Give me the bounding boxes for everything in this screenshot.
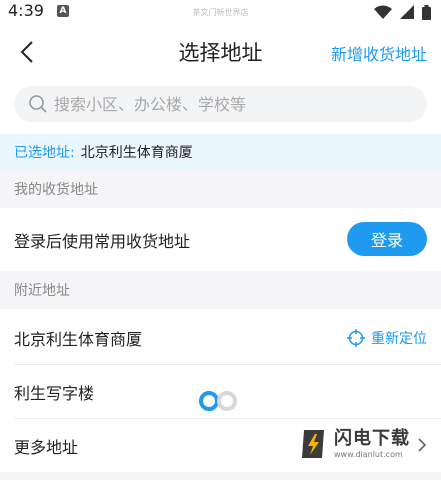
section-header-my-addresses: 我的收货地址 xyxy=(0,170,441,208)
relocate-button[interactable]: 重新定位 xyxy=(347,311,427,365)
search-box[interactable] xyxy=(14,86,427,122)
login-hint: 登录后使用常用收货地址 xyxy=(14,232,191,251)
battery-icon xyxy=(422,4,431,20)
login-button[interactable]: 登录 xyxy=(347,222,427,256)
selected-address-bar: 已选地址: 北京利生体育商厦 xyxy=(0,134,441,170)
bottom-strip xyxy=(0,472,441,480)
login-row: 登录后使用常用收货地址 登录 xyxy=(0,212,441,268)
address-name: 北京利生体育商厦 xyxy=(14,330,143,349)
selected-address-value: 北京利生体育商厦 xyxy=(80,145,193,161)
address-name: 利生写字楼 xyxy=(14,384,95,403)
status-bar: 4:39 A 茶文门新世界店 xyxy=(0,0,441,26)
lightning-logo-icon xyxy=(302,430,324,458)
watermark-name: 闪电下载 xyxy=(334,428,410,449)
add-address-button[interactable]: 新增收货地址 xyxy=(331,41,427,65)
selected-address-label: 已选地址: xyxy=(14,145,75,161)
signal-icon xyxy=(400,5,414,19)
wifi-icon xyxy=(374,5,392,19)
loading-spinner-icon xyxy=(199,391,237,411)
chevron-left-icon xyxy=(20,41,33,63)
search-icon xyxy=(29,95,47,113)
search-input[interactable] xyxy=(54,94,394,114)
header: 选择地址 新增收货地址 xyxy=(0,26,441,78)
section-header-nearby: 附近地址 xyxy=(0,271,441,309)
locate-icon xyxy=(347,329,365,347)
watermark-url: www.dianlut.com xyxy=(334,450,403,459)
section-title: 我的收货地址 xyxy=(14,182,98,198)
status-icons xyxy=(374,4,431,20)
relocate-label: 重新定位 xyxy=(371,331,427,347)
back-button[interactable] xyxy=(14,37,40,67)
section-title: 附近地址 xyxy=(14,283,70,299)
watermark-logo: 闪电下载 www.dianlut.com xyxy=(296,418,436,470)
more-addresses-label: 更多地址 xyxy=(14,437,79,457)
list-item[interactable]: 北京利生体育商厦 重新定位 xyxy=(0,311,441,365)
